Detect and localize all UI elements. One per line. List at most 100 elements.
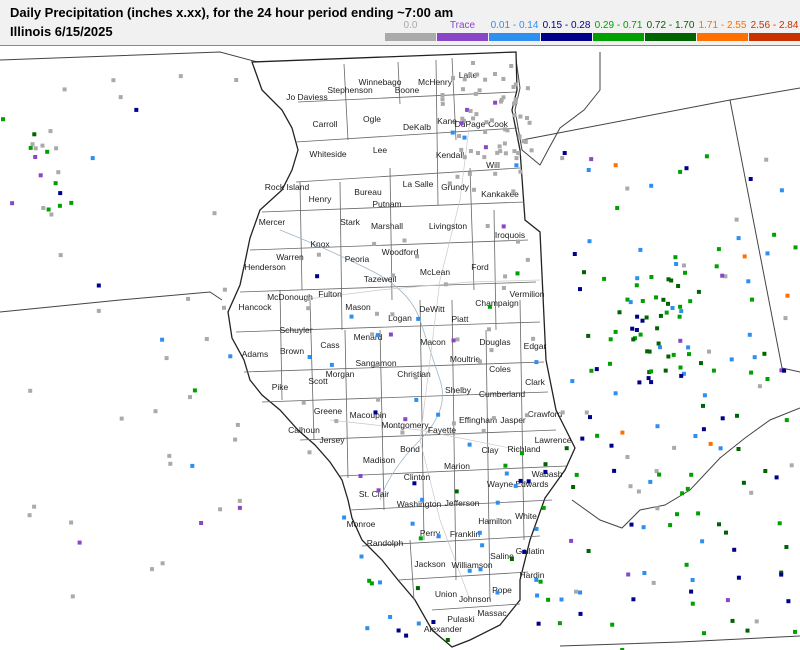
station-marker	[358, 474, 363, 478]
station-marker	[736, 575, 741, 580]
station-marker	[436, 412, 441, 417]
station-marker	[649, 369, 654, 374]
county-label: Boone	[395, 85, 420, 95]
station-marker	[671, 352, 676, 357]
station-marker	[503, 151, 508, 156]
county-label: Stark	[340, 217, 361, 227]
station-marker	[689, 589, 694, 594]
station-marker	[462, 135, 467, 140]
station-marker	[478, 567, 483, 572]
station-marker	[746, 279, 751, 284]
station-marker	[476, 151, 480, 155]
station-marker	[741, 480, 746, 485]
county-label: McDonough	[267, 292, 313, 302]
station-marker	[714, 264, 719, 269]
station-marker	[711, 368, 716, 373]
county-label: Pope	[492, 585, 512, 595]
station-marker	[612, 468, 617, 473]
legend-item: 0.0	[383, 20, 438, 44]
station-marker	[204, 337, 209, 341]
county-label: Hamilton	[478, 516, 512, 526]
station-marker	[373, 410, 378, 415]
station-marker	[462, 77, 467, 82]
legend-item: 0.29 - 0.71	[591, 20, 646, 44]
station-marker	[658, 345, 662, 350]
legend-label: 1.71 - 2.55	[698, 20, 747, 31]
iowa-missouri-border	[0, 291, 223, 313]
station-marker	[701, 427, 706, 432]
station-marker	[497, 144, 502, 149]
station-marker	[188, 395, 192, 400]
county-label: Crawford	[528, 409, 563, 419]
station-marker	[638, 332, 643, 337]
station-marker	[48, 129, 53, 134]
station-marker	[649, 275, 654, 279]
county-label: Peoria	[345, 254, 370, 264]
station-marker	[525, 116, 529, 120]
station-marker	[420, 497, 425, 502]
legend-item: 0.72 - 1.70	[643, 20, 698, 44]
station-marker	[610, 622, 615, 627]
station-marker	[329, 362, 334, 367]
station-marker	[522, 549, 527, 554]
county-label: Shelby	[445, 385, 472, 395]
legend-swatch	[541, 33, 592, 41]
station-marker	[416, 316, 421, 321]
michigan-indiana-border	[521, 87, 800, 141]
station-marker	[649, 183, 654, 188]
station-marker	[686, 345, 691, 350]
county-label: Williamson	[451, 560, 492, 570]
station-marker	[631, 597, 636, 602]
station-marker	[33, 155, 38, 159]
station-marker	[450, 130, 455, 135]
station-marker	[359, 554, 364, 559]
station-marker	[742, 254, 747, 259]
county-label: Pulaski	[447, 614, 475, 624]
station-marker	[518, 478, 523, 483]
county-label: Warren	[276, 252, 304, 262]
station-marker	[523, 139, 528, 144]
station-marker	[46, 207, 51, 212]
station-marker	[491, 416, 496, 421]
station-marker	[498, 149, 503, 154]
county-label: Lee	[373, 145, 387, 155]
station-marker	[455, 337, 460, 342]
station-marker	[512, 149, 517, 154]
station-marker	[178, 74, 183, 79]
station-marker	[90, 156, 95, 161]
station-marker	[493, 171, 498, 176]
county-label: Jersey	[319, 435, 345, 445]
kentucky-tennessee-border	[559, 635, 800, 647]
station-marker	[640, 318, 645, 323]
station-marker	[655, 424, 660, 429]
station-marker	[481, 428, 486, 433]
station-marker	[564, 446, 569, 451]
county-label: Edgar	[524, 341, 547, 351]
county-label: Adams	[242, 349, 268, 359]
station-marker	[468, 72, 473, 77]
station-marker	[657, 472, 662, 477]
station-marker	[222, 287, 227, 292]
station-marker	[608, 361, 612, 366]
station-marker	[56, 170, 61, 175]
station-marker	[376, 488, 381, 493]
station-marker	[587, 239, 592, 244]
station-marker	[648, 479, 653, 484]
station-marker	[461, 87, 465, 92]
station-marker	[525, 86, 530, 91]
station-marker	[516, 239, 520, 244]
station-marker	[524, 413, 529, 418]
station-marker	[473, 91, 478, 96]
county-label: Calhoun	[288, 425, 320, 435]
station-marker	[764, 157, 769, 162]
county-label: Wayne	[487, 479, 513, 489]
station-marker	[543, 462, 548, 467]
station-marker	[237, 498, 242, 503]
station-marker	[745, 628, 750, 633]
legend-label: Trace	[449, 20, 476, 31]
county-label: Fayette	[428, 425, 457, 435]
legend-label: 0.29 - 0.71	[594, 20, 643, 31]
station-marker	[693, 434, 698, 438]
station-marker	[415, 254, 419, 259]
station-marker	[666, 301, 670, 306]
